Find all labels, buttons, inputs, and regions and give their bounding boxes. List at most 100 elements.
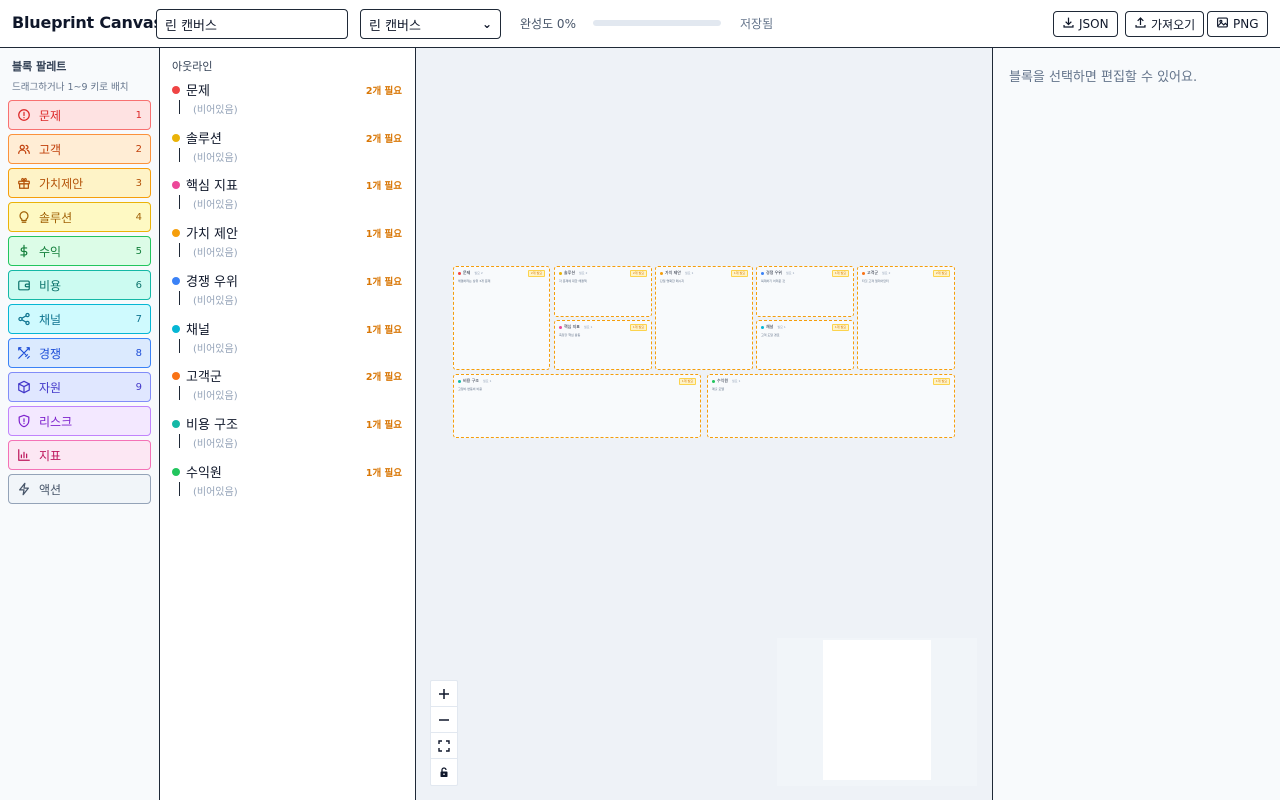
export-png-button[interactable]: PNG bbox=[1207, 11, 1268, 37]
canvas-block-header: 경쟁 우위 필요 1 bbox=[761, 270, 794, 276]
palette-item[interactable]: 자원 9 bbox=[8, 372, 151, 402]
block-color-dot bbox=[862, 271, 865, 275]
app-title: Blueprint Canvas bbox=[12, 13, 163, 32]
canvas-block-description: 매출 모델 bbox=[712, 387, 724, 391]
palette-item[interactable]: 비용 6 bbox=[8, 270, 151, 300]
outline-section[interactable]: 고객군 2개 필요 (비어있음) bbox=[172, 366, 404, 410]
import-button[interactable]: 가져오기 bbox=[1125, 11, 1205, 37]
canvas-block-badge: 2개 필요 bbox=[932, 270, 950, 277]
outline-tree-line bbox=[179, 147, 180, 162]
outline-section[interactable]: 솔루션 2개 필요 (비어있음) bbox=[172, 128, 404, 172]
zoom-out-button[interactable] bbox=[431, 707, 457, 733]
canvas-block-description: 고정비·변동비 비용 bbox=[458, 387, 482, 391]
palette-item-label: 자원 bbox=[39, 380, 62, 395]
palette-item[interactable]: 리스크 bbox=[8, 406, 151, 436]
block-color-dot bbox=[559, 325, 562, 329]
section-color-dot bbox=[172, 276, 180, 285]
section-color-dot bbox=[172, 324, 180, 333]
block-color-dot bbox=[660, 271, 663, 275]
palette-item-label: 수익 bbox=[39, 244, 62, 259]
outline-section[interactable]: 수익원 1개 필요 (비어있음) bbox=[172, 462, 404, 506]
minus-icon bbox=[439, 718, 449, 721]
section-color-dot bbox=[172, 372, 180, 381]
export-json-button[interactable]: JSON bbox=[1053, 11, 1118, 37]
canvas-block-title: 경쟁 우위 bbox=[766, 270, 782, 275]
palette-item-shortcut: 8 bbox=[135, 347, 142, 359]
outline-empty-label: (비어있음) bbox=[193, 438, 238, 450]
zoom-in-button[interactable] bbox=[431, 681, 457, 707]
canvas-block-badge: 1개 필요 bbox=[629, 324, 647, 331]
users-icon bbox=[17, 142, 31, 156]
lock-button[interactable] bbox=[431, 759, 457, 785]
canvas-block-description: 해결하려는 상위 3개 문제 bbox=[458, 279, 491, 283]
canvas-block[interactable]: 고객군 필요 2 2개 필요타깃 고객 얼리어답터 bbox=[857, 266, 955, 370]
download-icon bbox=[1062, 16, 1075, 32]
canvas-block-count: 필요 1 bbox=[685, 271, 694, 275]
canvas-block[interactable]: 솔루션 필요 2 2개 필요 각 문제에 대한 해결책 bbox=[554, 266, 652, 317]
canvas-block[interactable]: 수익원 필요 1 1개 필요 매출 모델 bbox=[707, 374, 955, 438]
export-json-label: JSON bbox=[1079, 17, 1109, 31]
section-color-dot bbox=[172, 181, 180, 190]
chevron-down-icon: ⌄ bbox=[481, 17, 492, 31]
outline-section[interactable]: 가치 제안 1개 필요 (비어있음) bbox=[172, 223, 404, 267]
block-color-dot bbox=[761, 325, 764, 329]
canvas-block-header: 가치 제안 필요 1 bbox=[660, 270, 693, 276]
canvas-block-title: 문제 bbox=[463, 270, 471, 275]
canvas-block[interactable]: 채널 필요 1 1개 필요 고객 도달 경로 bbox=[756, 320, 854, 370]
palette-item-label: 가치제안 bbox=[39, 176, 84, 191]
canvas-block[interactable]: 비용 구조 필요 1 1개 필요 고정비·변동비 비용 bbox=[453, 374, 701, 438]
outline-tree-line bbox=[179, 338, 180, 353]
canvas-block-title: 채널 bbox=[766, 324, 774, 329]
import-label: 가져오기 bbox=[1151, 17, 1196, 32]
canvas-area[interactable]: 문제 필요 2 2개 필요 해결하려는 상위 3개 문제 솔루션 필요 2 2개 필요 각 문… bbox=[416, 48, 993, 800]
canvas-block[interactable]: 가치 제안 필요 1 1개 필요 단일 명확한 메시지 bbox=[655, 266, 753, 370]
canvas-block-description: 각 문제에 대한 해결책 bbox=[559, 279, 587, 283]
palette-item-shortcut: 9 bbox=[135, 381, 142, 393]
palette-item[interactable]: 수익 5 bbox=[8, 236, 151, 266]
canvas-block[interactable]: 문제 필요 2 2개 필요 해결하려는 상위 3개 문제 bbox=[453, 266, 550, 370]
palette-item[interactable]: 문제 1 bbox=[8, 100, 151, 130]
swords-icon bbox=[17, 346, 31, 360]
outline-tree-line bbox=[179, 195, 180, 210]
palette-title: 블록 팔레트 bbox=[12, 60, 67, 73]
outline-section-required: 1개 필요 bbox=[365, 419, 402, 431]
palette-item-label: 고객 bbox=[39, 142, 62, 157]
palette-item[interactable]: 지표 bbox=[8, 440, 151, 470]
palette-item-label: 채널 bbox=[39, 312, 62, 327]
canvas-block-description: 타깃 고객 얼리어답터 bbox=[862, 279, 889, 283]
canvas-block-count: 필요 2 bbox=[474, 271, 483, 275]
outline-empty-label: (비어있음) bbox=[193, 105, 238, 116]
block-color-dot bbox=[712, 379, 715, 383]
canvas-block[interactable]: 경쟁 우위 필요 1 1개 필요 복제하기 어려운 것 bbox=[756, 266, 854, 317]
canvas-block-header: 핵심 지표 필요 1 bbox=[559, 324, 592, 330]
canvas-name-input[interactable] bbox=[156, 9, 348, 39]
fit-view-button[interactable] bbox=[431, 733, 457, 759]
canvas-block-header: 고객군 필요 2 bbox=[862, 270, 890, 276]
outline-section[interactable]: 채널 1개 필요 (비어있음) bbox=[172, 319, 404, 363]
palette-item[interactable]: 채널 7 bbox=[8, 304, 151, 334]
minimap[interactable] bbox=[777, 638, 977, 786]
outline-section[interactable]: 경쟁 우위 1개 필요 (비어있음) bbox=[172, 271, 404, 315]
inspector-panel: 블록을 선택하면 편집할 수 있어요. bbox=[993, 48, 1280, 800]
template-select[interactable]: 린 캔버스 ⌄ bbox=[360, 9, 501, 39]
palette-item[interactable]: 솔루션 4 bbox=[8, 202, 151, 232]
box-icon bbox=[17, 380, 31, 394]
canvas-block-description: 고객 도달 경로 bbox=[761, 333, 780, 337]
outline-section[interactable]: 핵심 지표 1개 필요 (비어있음) bbox=[172, 175, 404, 219]
bar-chart-icon bbox=[17, 448, 31, 462]
block-color-dot bbox=[761, 271, 764, 275]
palette-item[interactable]: 가치제안 3 bbox=[8, 168, 151, 198]
palette-item[interactable]: 경쟁 8 bbox=[8, 338, 151, 368]
palette-item[interactable]: 고객 2 bbox=[8, 134, 151, 164]
image-icon bbox=[1216, 16, 1229, 32]
template-select-value: 린 캔버스 bbox=[369, 18, 421, 34]
outline-section[interactable]: 비용 구조 1개 필요 (비어있음) bbox=[172, 414, 404, 458]
outline-tree-line bbox=[179, 433, 180, 448]
canvas-block-count: 필요 1 bbox=[732, 379, 741, 383]
palette-item[interactable]: 액션 bbox=[8, 474, 151, 504]
outline-section[interactable]: 문제 2개 필요 (비어있음) bbox=[172, 80, 404, 124]
canvas-block[interactable]: 핵심 지표 필요 1 1개 필요 측정할 핵심 활동 bbox=[554, 320, 652, 370]
outline-tree-line bbox=[179, 100, 180, 114]
outline-section-required: 1개 필요 bbox=[365, 229, 402, 241]
outline-section-title: 고객군 bbox=[186, 370, 222, 386]
